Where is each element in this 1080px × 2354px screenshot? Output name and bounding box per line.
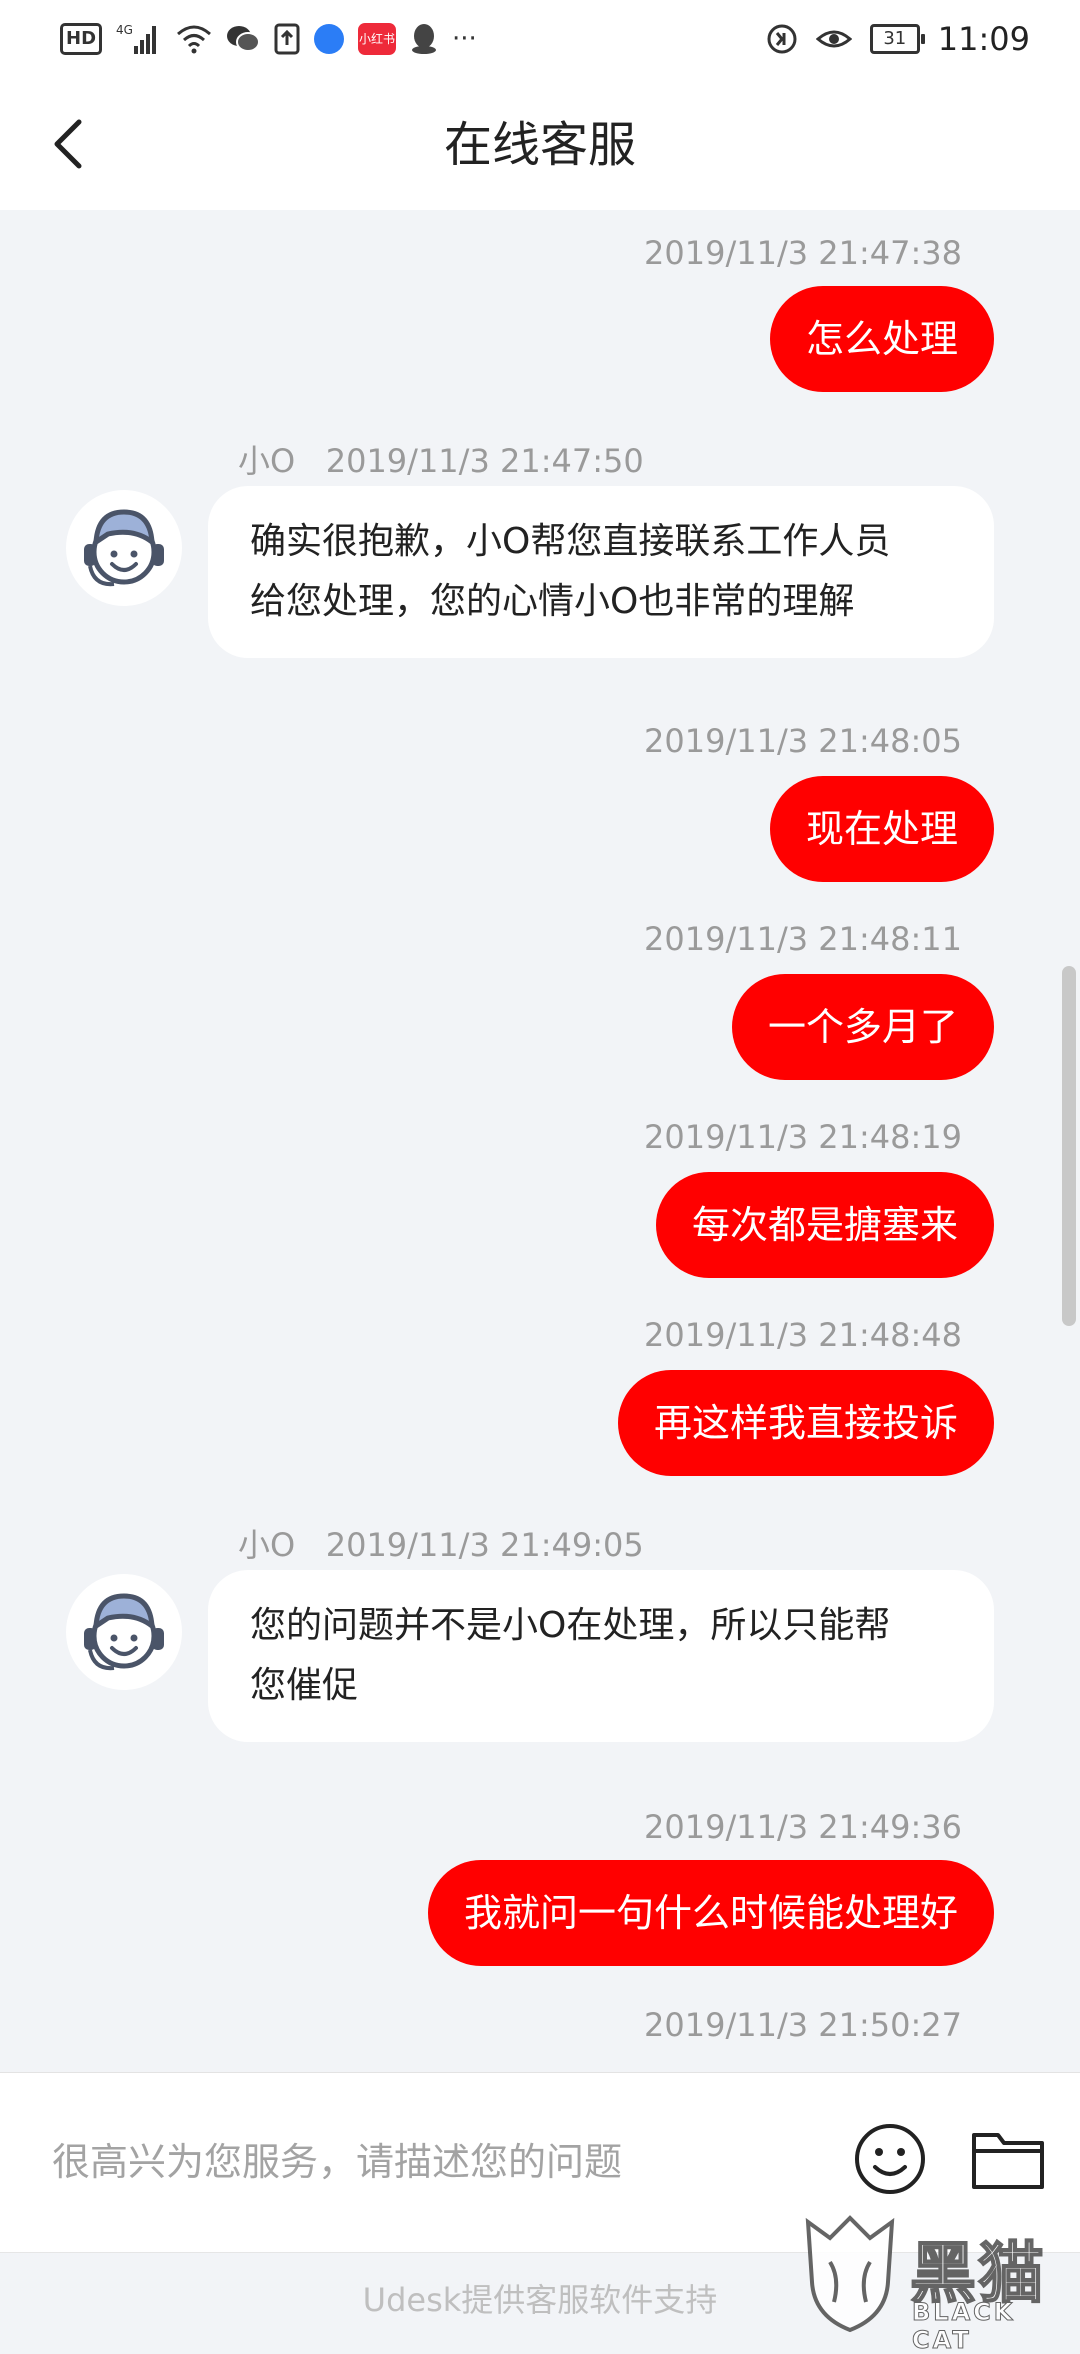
message-timestamp: 2019/11/3 21:48:48: [644, 1316, 962, 1354]
browser-app-icon: [314, 24, 345, 54]
upload-icon: [274, 23, 300, 55]
incoming-message[interactable]: 您的问题并不是小O在处理，所以只能帮 您催促: [208, 1570, 994, 1742]
status-right: 31 11:09: [766, 14, 1030, 64]
message-timestamp: 2019/11/3 21:49:36: [644, 1808, 962, 1846]
status-bar: HD 4G 小红书 ··· 31 11:09: [0, 0, 1080, 80]
eye-comfort-icon: [815, 25, 852, 53]
watermark-subtitle: BLACK CAT: [912, 2298, 1016, 2354]
agent-name-timestamp: 小O 2019/11/3 21:49:05: [238, 1520, 644, 1566]
outgoing-message[interactable]: 现在处理: [769, 776, 994, 882]
message-line: 确实很抱歉，小O帮您直接联系工作人员: [250, 521, 891, 562]
network-type-label: 4G: [116, 23, 133, 37]
emoji-button[interactable]: [852, 2121, 928, 2197]
incoming-message[interactable]: 确实很抱歉，小O帮您直接联系工作人员 给您处理，您的心情小O也非常的理解: [208, 486, 994, 658]
wechat-icon: [226, 24, 261, 54]
black-cat-logo-icon: [805, 2215, 895, 2333]
qq-icon: [410, 23, 438, 55]
message-timestamp: 2019/11/3 21:50:27: [644, 2006, 962, 2044]
scrollbar[interactable]: [1062, 966, 1076, 1326]
agent-avatar-icon: [84, 1593, 164, 1671]
outgoing-message[interactable]: 我就问一句什么时候能处理好: [427, 1860, 994, 1966]
page-title: 在线客服: [443, 117, 636, 173]
outgoing-message[interactable]: 一个多月了: [731, 974, 994, 1080]
message-line: 您的问题并不是小O在处理，所以只能帮: [250, 1605, 891, 1646]
header-bar: 在线客服: [0, 80, 1080, 210]
message-timestamp: 2019/11/3 21:48:19: [644, 1118, 962, 1156]
emoji-icon: [855, 2124, 925, 2194]
more-notifications-icon: ···: [452, 24, 477, 54]
xiaohongshu-app-icon: 小红书: [358, 23, 397, 55]
message-timestamp: 2019/11/3 21:48:11: [644, 920, 962, 958]
message-timestamp: 2019/11/3 21:47:38: [644, 234, 962, 272]
agent-avatar: [66, 1574, 182, 1690]
message-timestamp: 2019/11/3 21:49:05: [325, 1526, 644, 1564]
status-left: HD 4G 小红书 ···: [60, 14, 477, 64]
agent-name: 小O: [238, 442, 296, 480]
folder-icon: [972, 2133, 1044, 2189]
agent-name: 小O: [238, 1526, 296, 1564]
data-saver-icon: [766, 23, 798, 55]
message-timestamp: 2019/11/3 21:47:50: [325, 442, 644, 480]
watermark: 黑猫 BLACK CAT: [800, 2212, 1066, 2354]
battery-icon: 31: [869, 24, 925, 54]
agent-avatar-icon: [84, 509, 164, 587]
agent-avatar: [66, 490, 182, 606]
chat-list[interactable]: 2019/11/3 21:47:38 怎么处理 小O 2019/11/3 21:…: [0, 210, 1080, 2072]
message-timestamp: 2019/11/3 21:48:05: [644, 722, 962, 760]
agent-name-timestamp: 小O 2019/11/3 21:47:50: [238, 436, 644, 482]
outgoing-message[interactable]: 怎么处理: [769, 286, 994, 392]
signal-icon: 4G: [116, 22, 162, 56]
hd-icon: HD: [60, 23, 103, 55]
attach-file-button[interactable]: [970, 2125, 1046, 2193]
outgoing-message[interactable]: 再这样我直接投诉: [617, 1370, 994, 1476]
message-line: 给您处理，您的心情小O也非常的理解: [250, 581, 855, 622]
message-input[interactable]: 很高兴为您服务，请描述您的问题: [52, 2131, 622, 2186]
clock: 11:09: [937, 20, 1030, 58]
message-line: 您催促: [250, 1665, 359, 1706]
outgoing-message[interactable]: 每次都是搪塞来: [655, 1172, 994, 1278]
wifi-icon: [176, 24, 212, 54]
